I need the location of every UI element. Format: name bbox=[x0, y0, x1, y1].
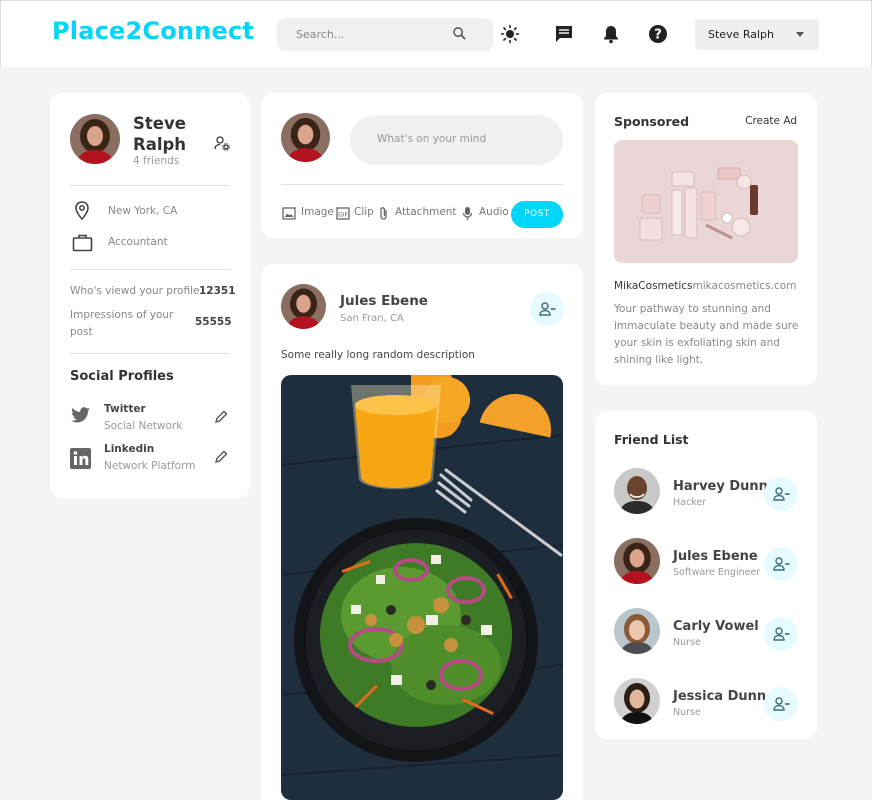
social-name[interactable]: Twitter bbox=[104, 403, 146, 415]
person-remove-icon bbox=[539, 302, 556, 316]
friend-count: 4 friends bbox=[133, 155, 180, 167]
user-dropdown-label: Steve Ralph bbox=[708, 28, 774, 41]
location-pin-icon bbox=[75, 201, 89, 221]
post-image[interactable] bbox=[281, 375, 563, 800]
social-type: Social Network bbox=[104, 420, 183, 432]
friend-role: Hacker bbox=[673, 497, 707, 508]
message-icon[interactable] bbox=[554, 24, 574, 44]
search-icon[interactable] bbox=[452, 26, 467, 41]
create-ad-link[interactable]: Create Ad bbox=[745, 115, 797, 127]
remove-friend-button[interactable] bbox=[764, 547, 798, 581]
post-description: Some really long random description bbox=[281, 349, 475, 361]
person-remove-icon bbox=[773, 487, 790, 501]
avatar[interactable] bbox=[281, 113, 330, 162]
chevron-down-icon bbox=[796, 32, 804, 37]
friend-photo bbox=[614, 678, 660, 724]
social-profiles-title: Social Profiles bbox=[70, 369, 174, 384]
friend-name[interactable]: Jessica Dunn bbox=[673, 689, 766, 704]
remove-friend-button[interactable] bbox=[764, 687, 798, 721]
person-remove-icon bbox=[773, 627, 790, 641]
social-type: Network Platform bbox=[104, 460, 196, 472]
post-author-name[interactable]: Jules Ebene bbox=[340, 293, 428, 309]
remove-friend-button[interactable] bbox=[764, 617, 798, 651]
remove-friend-button[interactable] bbox=[530, 292, 564, 326]
clip-icon[interactable]: GIF bbox=[336, 207, 350, 220]
friend-role: Software Engineer bbox=[673, 567, 761, 578]
divider bbox=[70, 353, 230, 354]
remove-friend-button[interactable] bbox=[764, 477, 798, 511]
profile-location: New York, CA bbox=[108, 205, 178, 217]
feed-post: Jules Ebene San Fran, CA Some really lon… bbox=[261, 264, 583, 800]
edit-pencil-icon[interactable] bbox=[214, 450, 228, 464]
twitter-icon bbox=[71, 407, 90, 423]
ad-brand-name: MikaCosmetics bbox=[614, 280, 693, 292]
avatar[interactable] bbox=[614, 678, 660, 724]
status-input[interactable]: What's on your mind bbox=[350, 115, 563, 165]
briefcase-icon bbox=[72, 234, 93, 252]
user-dropdown[interactable]: Steve Ralph bbox=[695, 19, 819, 50]
edit-pencil-icon[interactable] bbox=[214, 410, 228, 424]
friend-list-title: Friend List bbox=[614, 432, 689, 447]
light-mode-icon[interactable] bbox=[500, 24, 520, 44]
friend-name[interactable]: Carly Vowel bbox=[673, 619, 759, 634]
social-name[interactable]: Linkedin bbox=[104, 443, 154, 455]
friend-name[interactable]: Jules Ebene bbox=[673, 549, 758, 564]
paperclip-icon[interactable] bbox=[378, 206, 389, 221]
notification-bell-icon[interactable] bbox=[601, 24, 621, 44]
ad-image[interactable] bbox=[614, 140, 798, 263]
stat-value: 55555 bbox=[195, 316, 232, 328]
divider bbox=[70, 269, 230, 270]
ad-brand[interactable]: MikaCosmeticsmikacosmetics.com bbox=[614, 280, 796, 292]
attach-audio-button[interactable]: Audio bbox=[479, 206, 509, 218]
salad-photo bbox=[281, 375, 563, 800]
avatar[interactable] bbox=[281, 284, 326, 329]
search-box bbox=[277, 18, 493, 51]
avatar[interactable] bbox=[614, 538, 660, 584]
sponsored-title: Sponsored bbox=[614, 114, 690, 129]
stat-label: Who's viewd your profile bbox=[70, 285, 200, 297]
attach-file-button[interactable]: Attachment bbox=[395, 206, 457, 218]
ad-description: Your pathway to stunning and immaculate … bbox=[614, 303, 799, 366]
svg-text:?: ? bbox=[654, 28, 662, 43]
friend-role: Nurse bbox=[673, 637, 701, 648]
divider bbox=[281, 184, 563, 185]
ad-url[interactable]: mikacosmetics.com bbox=[693, 280, 797, 292]
app-logo[interactable]: Place2Connect bbox=[52, 17, 254, 45]
avatar[interactable] bbox=[614, 608, 660, 654]
friend-role: Nurse bbox=[673, 707, 701, 718]
attach-clip-button[interactable]: Clip bbox=[354, 206, 374, 218]
profile-photo bbox=[281, 113, 330, 162]
sponsored-card: Sponsored Create Ad MikaCosmeticsmikacos… bbox=[595, 93, 817, 385]
divider bbox=[70, 185, 230, 186]
manage-account-icon[interactable] bbox=[214, 135, 230, 151]
attach-image-button[interactable]: Image bbox=[301, 206, 334, 218]
profile-photo bbox=[70, 114, 120, 164]
linkedin-icon bbox=[70, 448, 91, 469]
friend-photo bbox=[614, 538, 660, 584]
person-remove-icon bbox=[773, 557, 790, 571]
avatar[interactable] bbox=[614, 468, 660, 514]
friend-photo bbox=[614, 468, 660, 514]
profile-occupation: Accountant bbox=[108, 236, 168, 248]
image-icon[interactable] bbox=[282, 207, 296, 220]
friend-photo bbox=[614, 608, 660, 654]
author-photo bbox=[281, 284, 326, 329]
post-button[interactable]: POST bbox=[511, 201, 563, 228]
profile-name[interactable]: Steve Ralph bbox=[133, 113, 203, 155]
stat-label: Impressions of your post bbox=[70, 309, 174, 338]
top-navbar: Place2Connect ? Steve Ralph bbox=[0, 0, 872, 67]
profile-card: Steve Ralph 4 friends New York, CA Accou… bbox=[50, 93, 250, 498]
friend-name[interactable]: Harvey Dunn bbox=[673, 479, 768, 494]
person-remove-icon bbox=[773, 697, 790, 711]
cosmetics-photo bbox=[614, 140, 798, 263]
help-icon[interactable]: ? bbox=[648, 24, 668, 44]
svg-text:GIF: GIF bbox=[338, 212, 348, 219]
microphone-icon[interactable] bbox=[462, 206, 473, 221]
post-composer: What's on your mind Image GIF Clip Attac… bbox=[261, 93, 583, 238]
friend-list-card: Friend List Harvey Dunn Hacker Jules Ebe… bbox=[595, 411, 817, 739]
post-author-location: San Fran, CA bbox=[340, 313, 404, 324]
stat-value: 12351 bbox=[199, 285, 236, 297]
avatar[interactable] bbox=[70, 114, 120, 164]
search-input[interactable] bbox=[277, 18, 447, 51]
